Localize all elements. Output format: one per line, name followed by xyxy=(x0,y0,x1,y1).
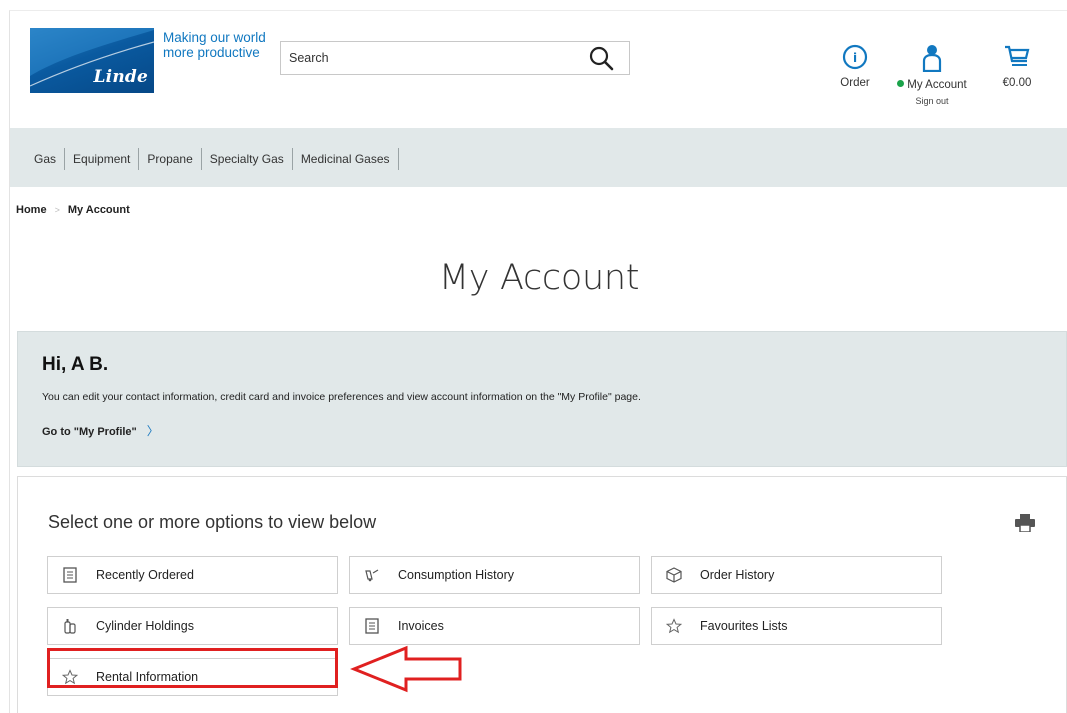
order-link[interactable]: i Order xyxy=(830,44,880,89)
option-recently-ordered[interactable]: Recently Ordered xyxy=(47,556,338,594)
breadcrumb: Home > My Account xyxy=(16,204,130,216)
nav-item-gas[interactable]: Gas xyxy=(26,148,66,170)
account-text: My Account xyxy=(907,79,967,91)
list-icon xyxy=(60,567,80,583)
greeting-panel: Hi, A B. You can edit your contact infor… xyxy=(17,331,1067,467)
page-container: Linde Making our world more productive i… xyxy=(9,10,1067,713)
option-label: Consumption History xyxy=(398,568,515,582)
online-status-dot xyxy=(897,80,905,87)
annotation-arrow-icon xyxy=(349,645,462,698)
greeting-heading: Hi, A B. xyxy=(42,354,109,375)
sign-out-link[interactable]: Sign out xyxy=(890,96,974,106)
option-favourites-lists[interactable]: Favourites Lists xyxy=(651,607,942,645)
user-icon xyxy=(920,45,944,75)
my-profile-link[interactable]: Go to "My Profile" 〉 xyxy=(42,422,159,439)
breadcrumb-separator: > xyxy=(54,205,60,215)
tagline: Making our world more productive xyxy=(163,30,266,60)
box-icon xyxy=(664,567,684,583)
print-icon[interactable] xyxy=(1015,514,1035,537)
category-nav: Gas Equipment Propane Specialty Gas Medi… xyxy=(10,128,1067,187)
account-label: My Account xyxy=(890,79,974,91)
star-icon xyxy=(664,618,684,634)
search-box xyxy=(280,41,630,75)
chevron-right-icon: 〉 xyxy=(146,424,159,438)
my-profile-link-text: Go to "My Profile" xyxy=(42,426,137,438)
order-label: Order xyxy=(840,77,870,89)
option-label: Invoices xyxy=(398,619,444,633)
breadcrumb-current: My Account xyxy=(67,204,130,216)
nav-item-propane[interactable]: Propane xyxy=(139,148,202,170)
nav-item-specialty-gas[interactable]: Specialty Gas xyxy=(202,148,293,170)
option-label: Favourites Lists xyxy=(700,619,788,633)
page-title: My Account xyxy=(438,258,640,298)
option-label: Order History xyxy=(700,568,775,582)
option-label: Cylinder Holdings xyxy=(96,619,194,633)
my-account-link[interactable]: My Account Sign out xyxy=(890,44,974,106)
cart-link[interactable]: €0.00 xyxy=(992,44,1042,89)
option-cylinder-holdings[interactable]: Cylinder Holdings xyxy=(47,607,338,645)
option-label: Recently Ordered xyxy=(96,568,194,582)
breadcrumb-home[interactable]: Home xyxy=(16,204,47,216)
cart-icon xyxy=(1003,45,1031,73)
invoice-icon xyxy=(362,618,382,634)
svg-text:i: i xyxy=(853,51,857,65)
consumption-icon xyxy=(362,568,382,582)
option-invoices[interactable]: Invoices xyxy=(349,607,640,645)
cart-total: €0.00 xyxy=(1002,77,1032,89)
search-icon[interactable] xyxy=(587,45,615,73)
logo-area[interactable]: Linde Making our world more productive xyxy=(30,28,283,93)
search-input[interactable] xyxy=(289,42,579,74)
option-order-history[interactable]: Order History xyxy=(651,556,942,594)
option-consumption-history[interactable]: Consumption History xyxy=(349,556,640,594)
options-title: Select one or more options to view below xyxy=(48,512,377,532)
nav-item-equipment[interactable]: Equipment xyxy=(65,148,140,170)
nav-item-medicinal-gases[interactable]: Medicinal Gases xyxy=(293,148,399,170)
highlight-box xyxy=(47,648,338,688)
logo-wordmark: Linde xyxy=(93,67,148,87)
greeting-text: You can edit your contact information, c… xyxy=(42,391,641,403)
linde-logo[interactable]: Linde xyxy=(30,28,154,93)
cylinder-icon xyxy=(60,618,80,634)
options-panel: Select one or more options to view below… xyxy=(17,476,1067,713)
order-info-icon: i xyxy=(842,44,868,73)
